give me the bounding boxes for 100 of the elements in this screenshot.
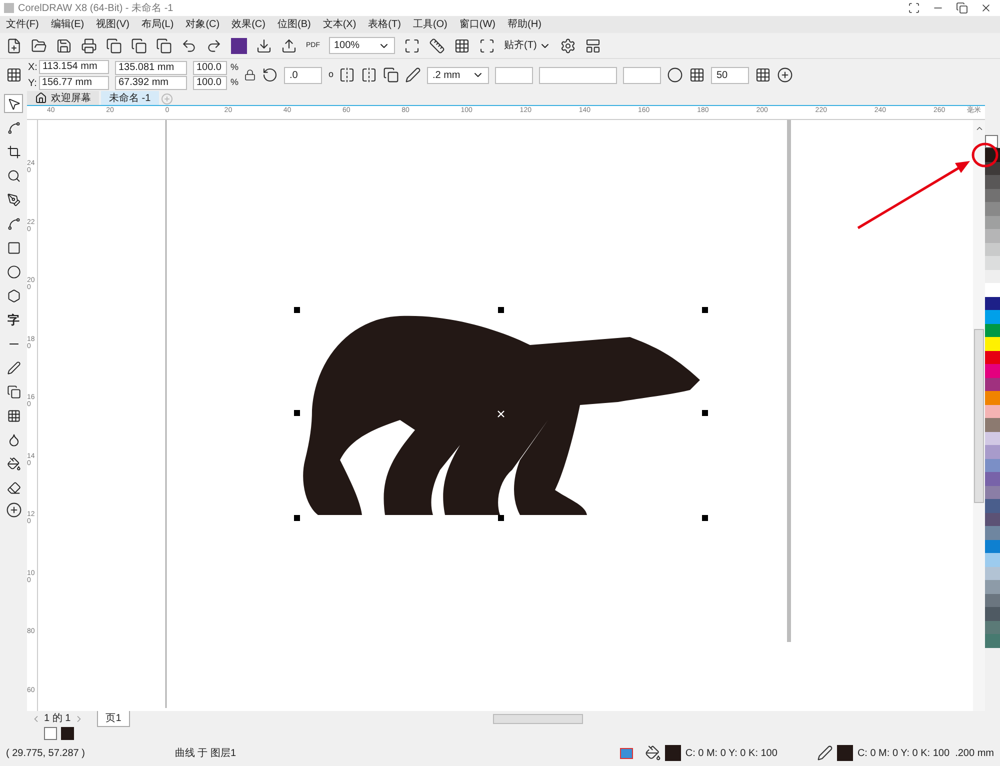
restore-icon[interactable] bbox=[956, 2, 968, 14]
selection-handle[interactable] bbox=[702, 307, 708, 313]
menu-item[interactable]: 表格(T) bbox=[368, 17, 401, 32]
color-swatch[interactable] bbox=[985, 540, 1000, 553]
outline-width-field[interactable]: .2 mm bbox=[427, 66, 490, 84]
folder-icon[interactable] bbox=[31, 38, 47, 54]
pointer-icon[interactable] bbox=[4, 94, 23, 113]
save-icon[interactable] bbox=[56, 38, 72, 54]
y-field[interactable]: 156.77 mm bbox=[38, 76, 109, 90]
vertical-scroll-thumb[interactable] bbox=[974, 329, 984, 503]
copy-icon[interactable] bbox=[131, 38, 147, 54]
color-swatch[interactable] bbox=[985, 391, 1000, 404]
no-color-swatch[interactable] bbox=[44, 726, 57, 740]
canvas[interactable] bbox=[38, 120, 973, 711]
color-swatch[interactable] bbox=[985, 296, 1000, 310]
selection-handle[interactable] bbox=[498, 515, 504, 521]
menu-item[interactable]: 对象(C) bbox=[186, 17, 220, 32]
color-swatch[interactable] bbox=[985, 418, 1000, 432]
rotation-field[interactable]: .0 bbox=[284, 66, 322, 84]
color-swatch[interactable] bbox=[985, 364, 1000, 378]
undo-icon[interactable] bbox=[181, 38, 197, 54]
color-swatch[interactable] bbox=[985, 458, 1000, 472]
menu-item[interactable]: 文本(X) bbox=[322, 17, 356, 32]
color-swatch[interactable] bbox=[985, 229, 1000, 242]
selection-handle[interactable] bbox=[702, 515, 708, 521]
start-arrow-dropdown[interactable] bbox=[495, 66, 534, 84]
color-swatch[interactable] bbox=[985, 256, 1000, 270]
text-tool[interactable]: 字 bbox=[4, 310, 23, 329]
print-icon[interactable] bbox=[81, 38, 97, 54]
redo-icon[interactable] bbox=[206, 38, 222, 54]
close-curve-icon[interactable] bbox=[667, 67, 684, 83]
color-swatch[interactable] bbox=[985, 594, 1000, 607]
color-swatch[interactable] bbox=[985, 242, 1000, 256]
color-swatch[interactable] bbox=[985, 404, 1000, 418]
selection-handle[interactable] bbox=[294, 410, 300, 416]
export-icon[interactable] bbox=[281, 38, 297, 54]
menu-item[interactable]: 编辑(E) bbox=[50, 17, 84, 32]
full-screen-icon[interactable] bbox=[404, 38, 420, 54]
mirror-horizontal-icon[interactable] bbox=[339, 67, 356, 83]
add-tool-icon[interactable] bbox=[6, 502, 22, 518]
page-tab[interactable]: 页1 bbox=[96, 710, 130, 726]
import-icon[interactable] bbox=[256, 38, 272, 54]
bear-drawing[interactable] bbox=[303, 316, 700, 515]
menu-item[interactable]: 帮助(H) bbox=[508, 17, 542, 32]
smoothing-field[interactable]: 50 bbox=[711, 66, 750, 84]
color-swatch[interactable] bbox=[985, 634, 1000, 648]
document-tab[interactable]: 欢迎屏幕 bbox=[27, 91, 99, 105]
color-swatch[interactable] bbox=[985, 580, 1000, 594]
color-swatch[interactable] bbox=[985, 526, 1000, 540]
selection-handle[interactable] bbox=[294, 307, 300, 313]
menu-item[interactable]: 文件(F) bbox=[6, 17, 39, 32]
color-swatch[interactable] bbox=[985, 486, 1000, 499]
menu-item[interactable]: 视图(V) bbox=[96, 17, 130, 32]
grid-icon[interactable] bbox=[454, 38, 470, 54]
document-tab[interactable]: 未命名 -1 bbox=[101, 91, 159, 105]
color-swatch[interactable] bbox=[985, 566, 1000, 580]
color-swatch[interactable] bbox=[985, 472, 1000, 486]
selection-handle[interactable] bbox=[294, 515, 300, 521]
color-swatch[interactable] bbox=[985, 607, 1000, 620]
add-icon[interactable] bbox=[777, 67, 794, 83]
menu-item[interactable]: 位图(B) bbox=[277, 17, 311, 32]
color-swatch[interactable] bbox=[985, 445, 1000, 458]
scale-y-field[interactable]: 100.0 bbox=[193, 76, 228, 90]
color-swatch[interactable] bbox=[985, 620, 1000, 634]
color-swatch[interactable] bbox=[985, 432, 1000, 445]
rulers-icon[interactable] bbox=[429, 38, 445, 54]
color-swatch[interactable] bbox=[985, 188, 1000, 202]
color-swatch[interactable] bbox=[985, 283, 1000, 296]
zoom-field[interactable]: 100% bbox=[329, 37, 395, 54]
horizontal-scroll-thumb[interactable] bbox=[493, 714, 584, 724]
snap-button[interactable]: 贴齐(T) bbox=[504, 38, 537, 53]
menu-item[interactable]: 效果(C) bbox=[232, 17, 266, 32]
menu-item[interactable]: 工具(O) bbox=[412, 17, 448, 32]
color-swatch[interactable] bbox=[985, 175, 1000, 188]
color-swatch[interactable] bbox=[985, 216, 1000, 229]
mirror-vertical-icon[interactable] bbox=[361, 67, 378, 83]
fill-icon[interactable] bbox=[645, 745, 662, 761]
rotate-icon[interactable] bbox=[262, 67, 278, 83]
launcher-icon[interactable] bbox=[584, 38, 601, 54]
new-document-icon[interactable] bbox=[6, 38, 22, 54]
menu-item[interactable]: 布局(L) bbox=[141, 17, 174, 32]
selection-handle[interactable] bbox=[498, 307, 504, 313]
color-swatch[interactable] bbox=[985, 499, 1000, 512]
menu-item[interactable]: 窗口(W) bbox=[459, 17, 496, 32]
height-field[interactable]: 67.392 mm bbox=[115, 76, 188, 90]
lock-icon[interactable] bbox=[244, 69, 256, 81]
settings-icon[interactable] bbox=[560, 38, 576, 54]
color-swatch[interactable] bbox=[985, 310, 1000, 324]
color-swatch[interactable] bbox=[985, 350, 1000, 364]
scroll-up-icon[interactable] bbox=[974, 124, 984, 133]
color-swatch[interactable] bbox=[985, 553, 1000, 566]
color-swatch[interactable] bbox=[985, 378, 1000, 391]
color-swatch[interactable] bbox=[985, 512, 1000, 526]
scale-x-field[interactable]: 100.0 bbox=[193, 60, 228, 74]
color-swatch[interactable] bbox=[985, 337, 1000, 350]
selection-handle[interactable] bbox=[702, 410, 708, 416]
color-swatch[interactable] bbox=[61, 726, 74, 740]
color-swatch[interactable] bbox=[985, 324, 1000, 337]
x-field[interactable]: 113.154 mm bbox=[39, 60, 110, 74]
outline-icon[interactable] bbox=[817, 745, 834, 761]
